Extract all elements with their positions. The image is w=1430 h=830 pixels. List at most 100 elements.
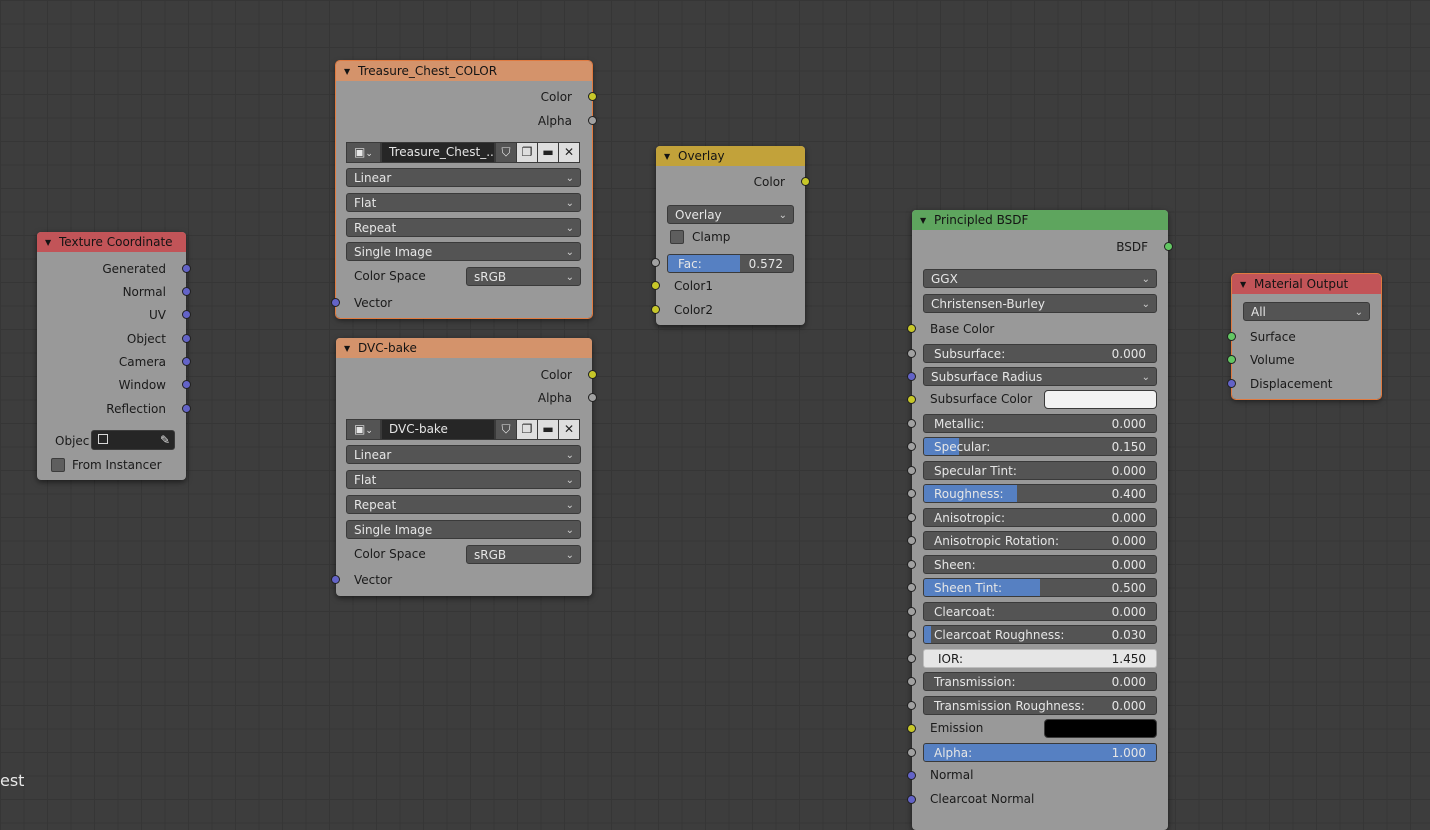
overlay-mix-node[interactable]: ▼ Overlay Color Overlay ⌄ Clamp Fac: 0.572…	[651, 146, 810, 325]
fac-input-socket[interactable]	[651, 258, 660, 267]
duplicate-icon[interactable]: ❐	[516, 142, 538, 163]
input-socket[interactable]	[907, 560, 916, 569]
color-space-dropdown[interactable]: sRGB ⌄	[466, 545, 581, 564]
collapse-triangle-icon[interactable]: ▼	[664, 147, 678, 166]
output-socket[interactable]	[182, 404, 191, 413]
node-header[interactable]: ▼ Texture Coordinate	[37, 232, 186, 252]
clearcoat-field[interactable]: Clearcoat: 0.000	[923, 602, 1157, 621]
input-socket[interactable]	[331, 575, 340, 584]
input-socket[interactable]	[651, 281, 660, 290]
output-socket[interactable]	[182, 310, 191, 319]
input-socket[interactable]	[907, 724, 916, 733]
collapse-triangle-icon[interactable]: ▼	[344, 339, 358, 358]
output-socket[interactable]	[588, 116, 597, 125]
input-socket[interactable]	[907, 701, 916, 710]
input-socket[interactable]	[1227, 355, 1236, 364]
duplicate-icon[interactable]: ❐	[516, 419, 538, 440]
input-socket[interactable]	[907, 583, 916, 592]
image-name-field[interactable]: Treasure_Chest_..	[381, 142, 495, 163]
input-socket[interactable]	[651, 305, 660, 314]
interpolation-dropdown[interactable]: Linear ⌄	[346, 168, 581, 187]
image-browse-button[interactable]: ▣⌄	[346, 142, 381, 163]
input-socket[interactable]	[907, 536, 916, 545]
output-socket[interactable]	[182, 334, 191, 343]
collapse-triangle-icon[interactable]: ▼	[45, 233, 59, 252]
alpha-field[interactable]: Alpha: 1.000	[923, 743, 1157, 762]
projection-dropdown[interactable]: Flat ⌄	[346, 193, 581, 212]
texture-coordinate-node[interactable]: ▼ Texture Coordinate Generated Normal UV …	[37, 232, 191, 480]
distribution-dropdown[interactable]: GGX ⌄	[923, 269, 1157, 288]
subsurface-field[interactable]: Subsurface: 0.000	[923, 344, 1157, 363]
input-socket[interactable]	[907, 349, 916, 358]
fake-user-shield-icon[interactable]: ⛉	[495, 419, 517, 440]
collapse-triangle-icon[interactable]: ▼	[1240, 275, 1254, 294]
material-output-node[interactable]: ▼ Material Output All ⌄ Surface Volume Dis…	[1227, 273, 1382, 400]
output-socket[interactable]	[182, 287, 191, 296]
fac-field[interactable]: Fac: 0.572	[667, 254, 794, 273]
input-socket[interactable]	[1227, 332, 1236, 341]
input-socket[interactable]	[907, 442, 916, 451]
subsurface-radius-dropdown[interactable]: Subsurface Radius ⌄	[923, 367, 1157, 386]
roughness-field[interactable]: Roughness: 0.400	[923, 484, 1157, 503]
input-socket[interactable]	[907, 395, 916, 404]
output-socket[interactable]	[182, 380, 191, 389]
output-socket[interactable]	[1164, 242, 1173, 251]
input-socket[interactable]	[907, 771, 916, 780]
input-socket[interactable]	[907, 513, 916, 522]
open-folder-icon[interactable]: ▬	[537, 142, 559, 163]
image-texture-node-2[interactable]: ▼ DVC-bake Color Alpha ▣⌄ DVC-bake ⛉ ❐ ▬ …	[331, 338, 597, 596]
subsurface-color-swatch[interactable]	[1044, 390, 1157, 409]
input-socket[interactable]	[1227, 379, 1236, 388]
input-socket[interactable]	[907, 748, 916, 757]
input-socket[interactable]	[907, 372, 916, 381]
collapse-triangle-icon[interactable]: ▼	[344, 62, 358, 81]
clearcoat-roughness-field[interactable]: Clearcoat Roughness: 0.030	[923, 625, 1157, 644]
node-header[interactable]: ▼ Principled BSDF	[912, 210, 1168, 230]
image-browse-button[interactable]: ▣⌄	[346, 419, 381, 440]
node-header[interactable]: ▼ Treasure_Chest_COLOR	[336, 61, 592, 81]
input-socket[interactable]	[907, 607, 916, 616]
output-socket[interactable]	[588, 393, 597, 402]
eyedropper-icon[interactable]: ✎	[160, 431, 170, 449]
node-header[interactable]: ▼ DVC-bake	[336, 338, 592, 358]
output-socket[interactable]	[588, 92, 597, 101]
color-space-dropdown[interactable]: sRGB ⌄	[466, 267, 581, 286]
extension-dropdown[interactable]: Repeat ⌄	[346, 495, 581, 514]
extension-dropdown[interactable]: Repeat ⌄	[346, 218, 581, 237]
anisotropic-field[interactable]: Anisotropic: 0.000	[923, 508, 1157, 527]
output-socket[interactable]	[182, 264, 191, 273]
input-socket[interactable]	[907, 489, 916, 498]
sheen-tint-field[interactable]: Sheen Tint: 0.500	[923, 578, 1157, 597]
metallic-field[interactable]: Metallic: 0.000	[923, 414, 1157, 433]
image-name-field[interactable]: DVC-bake	[381, 419, 495, 440]
input-socket[interactable]	[907, 630, 916, 639]
input-socket[interactable]	[907, 324, 916, 333]
close-icon[interactable]: ✕	[558, 419, 580, 440]
close-icon[interactable]: ✕	[558, 142, 580, 163]
input-socket[interactable]	[907, 419, 916, 428]
target-dropdown[interactable]: All ⌄	[1243, 302, 1370, 321]
object-picker[interactable]: ✎	[91, 430, 175, 450]
subsurface-method-dropdown[interactable]: Christensen-Burley ⌄	[923, 294, 1157, 313]
input-socket[interactable]	[907, 795, 916, 804]
open-folder-icon[interactable]: ▬	[537, 419, 559, 440]
input-socket[interactable]	[907, 654, 916, 663]
from-instancer-checkbox[interactable]	[51, 458, 65, 472]
transmission-field[interactable]: Transmission: 0.000	[923, 672, 1157, 691]
source-dropdown[interactable]: Single Image ⌄	[346, 520, 581, 539]
transmission-roughness-field[interactable]: Transmission Roughness: 0.000	[923, 696, 1157, 715]
input-socket[interactable]	[907, 677, 916, 686]
principled-bsdf-node[interactable]: ▼ Principled BSDF BSDF GGX ⌄ Christensen-B…	[907, 210, 1173, 830]
input-socket[interactable]	[331, 298, 340, 307]
output-socket[interactable]	[588, 370, 597, 379]
node-header[interactable]: ▼ Overlay	[656, 146, 805, 166]
source-dropdown[interactable]: Single Image ⌄	[346, 242, 581, 261]
image-texture-node-1[interactable]: ▼ Treasure_Chest_COLOR Color Alpha ▣⌄ Tre…	[331, 60, 597, 319]
specular-tint-field[interactable]: Specular Tint: 0.000	[923, 461, 1157, 480]
sheen-field[interactable]: Sheen: 0.000	[923, 555, 1157, 574]
collapse-triangle-icon[interactable]: ▼	[920, 211, 934, 230]
input-socket[interactable]	[907, 466, 916, 475]
ior-field[interactable]: IOR: 1.450	[923, 649, 1157, 668]
emission-swatch[interactable]	[1044, 719, 1157, 738]
interpolation-dropdown[interactable]: Linear ⌄	[346, 445, 581, 464]
